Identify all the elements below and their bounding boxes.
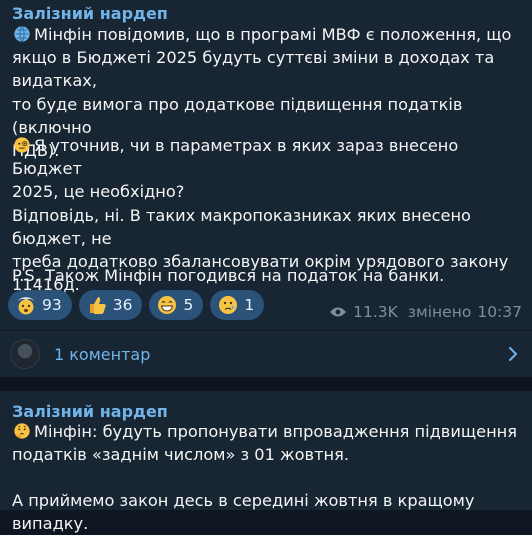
reaction-count: 36 [112, 296, 133, 314]
reactions-bar: 93 36 5 1 [8, 290, 265, 320]
reaction-crying[interactable]: 1 [210, 290, 265, 320]
view-count: 11.3K [353, 303, 398, 321]
paragraph-text: Мінфін: будуть пропонувати впровадження … [12, 422, 517, 465]
avatar [10, 339, 40, 369]
reaction-exploding-head[interactable]: 93 [8, 290, 72, 320]
reaction-count: 1 [244, 296, 255, 314]
channel-post: Залізний нардеп Мінфін: будуть пропонува… [0, 391, 532, 533]
reaction-count: 93 [42, 296, 62, 314]
post-author[interactable]: Залізний нардеп [12, 402, 168, 422]
exploding-head-icon [18, 297, 34, 315]
comments-label: 1 коментар [54, 344, 151, 364]
reaction-count: 5 [183, 296, 194, 314]
grinning-face-icon [158, 296, 177, 314]
reaction-thumbs-up[interactable]: 36 [78, 290, 143, 320]
edited-label: змінено [407, 303, 472, 321]
reaction-grinning[interactable]: 5 [149, 290, 204, 320]
post-time: 10:37 [477, 303, 522, 321]
post-meta: 11.3K змінено 10:37 [329, 303, 522, 321]
paragraph-text: P.S. Також Мінфін погодився на податок н… [12, 266, 445, 285]
monocle-face-icon [14, 137, 30, 153]
channel-post: Залізний нардеп Мінфін повідомив, що в п… [0, 0, 532, 377]
paragraph-text: А приймемо закон десь в середині жовтня … [12, 491, 480, 534]
post-author[interactable]: Залізний нардеп [12, 4, 168, 24]
thumbs-up-icon [89, 297, 106, 314]
post-paragraph: А приймемо закон десь в середині жовтня … [12, 489, 522, 535]
eye-icon [330, 307, 347, 317]
chevron-right-icon [509, 347, 518, 361]
post-paragraph: Мінфін: будуть пропонувати впровадження … [12, 420, 522, 466]
thinking-face-icon [14, 423, 30, 439]
globe-icon [14, 26, 30, 42]
crying-face-icon [219, 296, 238, 314]
comments-button[interactable]: 1 коментар [0, 331, 532, 377]
post-paragraph: P.S. Також Мінфін погодився на податок н… [12, 264, 522, 287]
